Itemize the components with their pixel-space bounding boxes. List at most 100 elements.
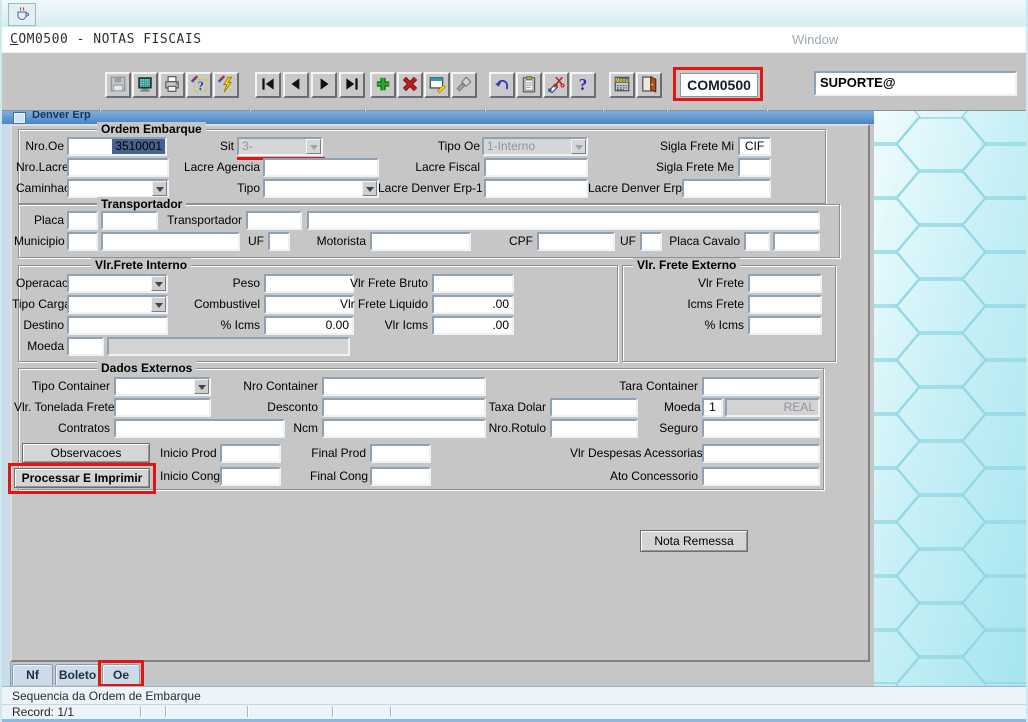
- contratos-field[interactable]: [114, 419, 285, 438]
- screen-button[interactable]: [132, 72, 158, 98]
- menubar: COM0500 - NOTAS FISCAIS Window: [2, 27, 1026, 53]
- ato-concessorio-field[interactable]: [702, 467, 820, 486]
- sigla-frete-me-field[interactable]: [738, 158, 771, 177]
- tara-container-field[interactable]: [702, 377, 820, 396]
- final-prod-field[interactable]: [370, 444, 431, 463]
- placa-field-2[interactable]: [101, 211, 158, 230]
- sigla-frete-mi-field[interactable]: CIF: [738, 137, 771, 156]
- taxa-dolar-field[interactable]: [550, 398, 638, 417]
- first-record-icon: [259, 75, 277, 96]
- nro-lacre-label: Nro.Lacre: [16, 160, 69, 174]
- vlr-despesas-field[interactable]: [702, 444, 820, 463]
- status-message: Sequencia da Ordem de Embarque: [2, 686, 1026, 704]
- placa-cavalo-field-1[interactable]: [744, 232, 770, 251]
- delete-record-button[interactable]: [397, 72, 423, 98]
- svg-text:?: ?: [198, 79, 204, 93]
- observacoes-button[interactable]: Observacoes: [22, 443, 150, 463]
- print-button[interactable]: [159, 72, 185, 98]
- tab-oe[interactable]: Oe: [102, 664, 140, 685]
- nro-rotulo-field[interactable]: [550, 419, 638, 438]
- desconto-field[interactable]: [322, 398, 486, 417]
- inicio-prod-field[interactable]: [220, 444, 281, 463]
- nro-container-field[interactable]: [322, 377, 486, 396]
- tipo-label: Tipo: [237, 181, 260, 195]
- edit-button[interactable]: [424, 72, 450, 98]
- motorista-field[interactable]: [370, 232, 471, 251]
- lacre-denver-erp2-field[interactable]: [682, 179, 771, 198]
- tipo-carga-select[interactable]: [67, 295, 168, 314]
- nro-oe-field[interactable]: 3510001: [67, 137, 167, 156]
- group-title: Ordem Embarque: [97, 122, 206, 136]
- municipio-code-field[interactable]: [67, 232, 98, 251]
- placa-label: Placa: [33, 213, 64, 227]
- municipio-name-field[interactable]: [101, 232, 240, 251]
- next-record-button[interactable]: [311, 72, 337, 98]
- selected-value: 3510001: [112, 139, 165, 154]
- execute-query-button[interactable]: [213, 72, 239, 98]
- module-menu[interactable]: COM0500 - NOTAS FISCAIS: [10, 32, 202, 47]
- user-field[interactable]: SUPORTE@: [814, 71, 1017, 96]
- tipo-select[interactable]: [263, 179, 379, 198]
- first-record-button[interactable]: [255, 72, 281, 98]
- processar-e-imprimir-button[interactable]: Processar E Imprimir: [14, 468, 150, 488]
- transportador-code-field[interactable]: [246, 211, 302, 230]
- moeda-field[interactable]: [67, 337, 104, 356]
- enter-query-button[interactable]: ?: [186, 72, 212, 98]
- vlr-icms-field[interactable]: .00: [432, 316, 514, 335]
- operacao-select[interactable]: [67, 274, 168, 293]
- tipo-container-select[interactable]: [114, 377, 211, 396]
- previous-record-button[interactable]: [283, 72, 309, 98]
- undo-button[interactable]: [489, 72, 515, 98]
- last-record-button[interactable]: [339, 72, 365, 98]
- peso-label: Peso: [232, 276, 260, 290]
- clipboard-button[interactable]: [516, 72, 542, 98]
- uf-field[interactable]: [268, 232, 290, 251]
- nro-lacre-field[interactable]: [67, 158, 169, 177]
- menu-button[interactable]: Menu: [609, 72, 635, 98]
- vlr-frete-liquido-field[interactable]: .00: [432, 295, 514, 314]
- record-bar-separator: [390, 706, 391, 717]
- window-menu[interactable]: Window: [792, 32, 838, 47]
- help-button[interactable]: ?: [570, 72, 596, 98]
- inicio-cong-field[interactable]: [220, 467, 281, 486]
- enter-query-icon: ?: [190, 74, 208, 96]
- record-indicator: Record: 1/1: [2, 704, 1026, 719]
- placa-cavalo-field-2[interactable]: [773, 232, 820, 251]
- tab-nf[interactable]: Nf: [12, 664, 53, 685]
- uf2-field[interactable]: [640, 232, 662, 251]
- nota-remessa-button[interactable]: Nota Remessa: [640, 530, 748, 552]
- lacre-denver-erp1-field[interactable]: [484, 179, 588, 198]
- vlr-frete-bruto-field[interactable]: [432, 274, 514, 293]
- lacre-fiscal-field[interactable]: [484, 158, 588, 177]
- vlr-tonelada-frete-field[interactable]: [114, 398, 211, 417]
- sigla-frete-me-label: Sigla Frete Me: [655, 160, 734, 174]
- moeda2-field[interactable]: 1: [702, 398, 723, 417]
- pct-icms-ext-field[interactable]: [748, 316, 822, 335]
- ncm-field[interactable]: [322, 419, 486, 438]
- destino-field[interactable]: [67, 316, 168, 335]
- seguro-field[interactable]: [702, 419, 820, 438]
- cut-record-button[interactable]: [543, 72, 569, 98]
- tipo-oe-select: 1-Interno: [482, 137, 588, 156]
- tipo-oe-label: Tipo Oe: [437, 139, 480, 153]
- java-button[interactable]: [8, 3, 36, 26]
- final-cong-field[interactable]: [370, 467, 431, 486]
- tab-boleto[interactable]: Boleto: [55, 664, 100, 685]
- cpf-field[interactable]: [537, 232, 615, 251]
- transportador-name-field[interactable]: [307, 211, 820, 230]
- lacre-agencia-field[interactable]: [263, 158, 379, 177]
- pct-icms-field[interactable]: 0.00: [264, 316, 354, 335]
- motorista-label: Motorista: [316, 234, 366, 248]
- placa-field-1[interactable]: [67, 211, 98, 230]
- insert-record-button[interactable]: [370, 72, 396, 98]
- vlr-tonelada-frete-label: Vlr. Tonelada Frete: [14, 400, 115, 414]
- list-of-values-button[interactable]: [451, 72, 477, 98]
- save-button[interactable]: [105, 72, 131, 98]
- combustivel-label: Combustivel: [193, 297, 260, 311]
- icms-frete-field[interactable]: [748, 295, 822, 314]
- caminhao-select[interactable]: [67, 179, 169, 198]
- chevron-down-icon: [362, 181, 377, 196]
- sigla-frete-mi-label: Sigla Frete Mi: [659, 139, 734, 153]
- vlr-frete-field[interactable]: [748, 274, 822, 293]
- exit-button[interactable]: [636, 72, 662, 98]
